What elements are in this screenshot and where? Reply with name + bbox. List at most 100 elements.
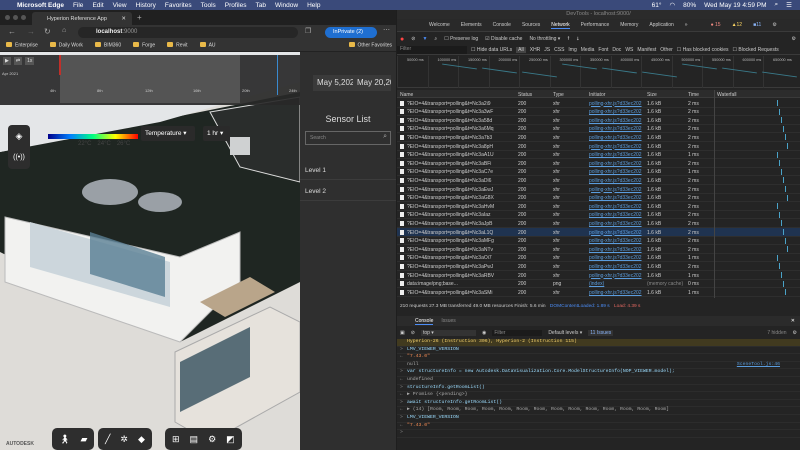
filter-js[interactable]: JS — [544, 47, 550, 53]
collections-icon[interactable]: ❐ — [305, 27, 311, 35]
timeline-selection-range[interactable] — [60, 55, 240, 103]
menu-profiles[interactable]: Profiles — [225, 2, 247, 9]
url-input[interactable]: localhost:9000 — [78, 27, 298, 38]
request-initiator[interactable]: polling-xhr.js?d33ec202 — [589, 152, 642, 158]
timeline-control[interactable]: ▶ ⇄ 1x Apr 2021 4th 8th 12th 16th 20th 2… — [0, 55, 300, 105]
request-initiator[interactable]: polling-xhr.js?d33ec202 — [589, 238, 642, 244]
request-row[interactable]: ?EIO=4&transport=polling&t=Nc3aMFg 200 xhr… — [397, 237, 800, 246]
first-person-icon[interactable]: 🚶︎ — [59, 434, 70, 445]
inprivate-button[interactable]: InPrivate (2) — [325, 27, 377, 38]
console-output[interactable]: Hyperion-26 (Instruction 306), Hyperion-… — [397, 339, 800, 450]
menu-app-name[interactable]: Microsoft Edge — [17, 2, 64, 9]
bookmark-forge[interactable]: Forge — [133, 42, 155, 49]
clear-icon[interactable]: ⊘ — [411, 36, 415, 42]
filter-media[interactable]: Media — [581, 47, 595, 53]
more-tabs-icon[interactable]: » — [685, 22, 688, 28]
export-har-icon[interactable]: ⭣ — [577, 36, 579, 42]
filter-manifest[interactable]: Manifest — [637, 47, 656, 53]
sensor-search-input[interactable]: Search ⌕ — [305, 131, 391, 145]
explode-icon[interactable]: ✲ — [120, 434, 128, 445]
record-icon[interactable]: ● — [400, 36, 404, 43]
import-har-icon[interactable]: ⭡ — [567, 36, 569, 42]
request-initiator[interactable]: polling-xhr.js?d33ec202 — [589, 230, 642, 236]
request-initiator[interactable]: polling-xhr.js?d33ec202 — [589, 273, 642, 279]
property-dropdown[interactable]: Temperature ▾ — [141, 126, 195, 141]
request-row[interactable]: ?EIO=4&transport=polling&t=Nc3aL1Q 200 xhr… — [397, 228, 800, 237]
tab-application[interactable]: Application — [649, 22, 673, 28]
filter-doc[interactable]: Doc — [612, 47, 621, 53]
new-tab-button[interactable]: + — [137, 13, 142, 22]
tab-console[interactable]: Console — [493, 22, 511, 28]
request-row[interactable]: ?EIO=4&transport=polling&t=Nc3aOi7 200 xhr… — [397, 254, 800, 263]
window-minimize-button[interactable] — [13, 15, 18, 20]
tab-performance[interactable]: Performance — [581, 22, 610, 28]
request-initiator[interactable]: polling-xhr.js?d33ec202 — [589, 135, 642, 141]
drawer-tab-issues[interactable]: Issues — [441, 318, 455, 324]
clear-console-icon[interactable]: ⊘ — [411, 330, 415, 336]
request-row[interactable]: ?EIO=4&transport=polling&t=Nc3a58d 200 xhr… — [397, 116, 800, 125]
has-blocked-cookies-checkbox[interactable]: ☐ Has blocked cookies — [677, 47, 729, 53]
request-row[interactable]: ?EIO=4&transport=polling&t=Nc3aC7e 200 xhr… — [397, 168, 800, 177]
request-row[interactable]: ?EIO=4&transport=polling&t=Nc3aJpB 200 xhr… — [397, 219, 800, 228]
weather-temp[interactable]: 61° — [652, 2, 662, 9]
request-row[interactable]: ?EIO=4&transport=polling&t=Nc3aSMi 200 xhr… — [397, 288, 800, 297]
request-row[interactable]: ?EIO=4&transport=polling&t=Nc3aG8X 200 xhr… — [397, 194, 800, 203]
request-row[interactable]: ?EIO=4&transport=polling&t=Nc3aIaz 200 xhr… — [397, 211, 800, 220]
home-icon[interactable]: ⌂ — [62, 27, 66, 34]
bookmark-daily-work[interactable]: Daily Work — [49, 42, 83, 49]
col-size[interactable]: Size — [647, 92, 657, 98]
3d-viewer[interactable]: ◈ ((•)) 22°C 24°C 26°C Temperature ▾ 1 hr … — [0, 52, 300, 450]
properties-icon[interactable]: ▤ — [190, 434, 199, 445]
menu-file[interactable]: File — [73, 2, 83, 9]
network-filter-input[interactable]: Filter — [397, 45, 467, 54]
settings-gear-icon[interactable]: ⚙ — [208, 434, 216, 445]
battery-status[interactable]: 80% — [683, 2, 696, 9]
request-row[interactable]: ?EIO=4&transport=polling&t=Nc3a6Mq 200 xhr… — [397, 125, 800, 134]
network-overview[interactable]: 50000 ms 100000 ms 150000 ms 200000 ms 25000… — [397, 56, 800, 88]
window-close-button[interactable] — [5, 15, 10, 20]
menu-window[interactable]: Window — [275, 2, 298, 9]
request-initiator[interactable]: polling-xhr.js?d33ec202 — [589, 212, 642, 218]
request-initiator[interactable]: polling-xhr.js?d33ec202 — [589, 161, 642, 167]
control-center-icon[interactable]: ☰ — [786, 1, 792, 9]
col-time[interactable]: Time — [688, 92, 699, 98]
layers-icon[interactable]: ◈ — [8, 125, 30, 147]
bookmark-au[interactable]: AU — [199, 42, 216, 49]
measure-icon[interactable]: ╱ — [105, 434, 110, 445]
level-item-1[interactable]: Level 1 — [300, 160, 396, 180]
live-expression-eye-icon[interactable]: ◉ — [482, 330, 486, 336]
request-row[interactable]: data:image/png;base... 200 png (index) (memo… — [397, 280, 800, 289]
settings-gear-icon[interactable]: ⚙ — [772, 22, 776, 28]
search-icon[interactable]: ⌕ — [434, 36, 437, 42]
menu-tools[interactable]: Tools — [201, 2, 216, 9]
request-initiator[interactable]: (index) — [589, 281, 604, 287]
request-row[interactable]: ?EIO=4&transport=polling&t=Nc3aBFi 200 xhr… — [397, 159, 800, 168]
context-select[interactable]: top ▾ — [420, 330, 476, 336]
filter-css[interactable]: CSS — [554, 47, 564, 53]
start-date-input[interactable]: May 5,2021 — [313, 75, 353, 91]
request-row[interactable]: ?EIO=4&transport=polling&t=Nc3aHvM 200 xhr… — [397, 202, 800, 211]
request-row[interactable]: ?EIO=4&transport=polling&t=Nc3a7b3 200 xhr… — [397, 133, 800, 142]
error-count[interactable]: ● 15 — [711, 22, 721, 28]
request-row[interactable]: ?EIO=4&transport=polling&t=Nc3aNTv 200 xhr… — [397, 245, 800, 254]
request-initiator[interactable]: polling-xhr.js?d33ec202 — [589, 109, 642, 115]
close-drawer-icon[interactable]: ✕ — [791, 318, 795, 324]
col-status[interactable]: Status — [518, 92, 532, 98]
request-row[interactable]: ?EIO=4&transport=polling&t=Nc3aA1U 200 xhr… — [397, 151, 800, 160]
log-levels-select[interactable]: Default levels ▾ — [548, 330, 582, 336]
forward-icon[interactable]: → — [27, 27, 35, 36]
browser-tab[interactable]: Hyperion Reference App ✕ — [32, 12, 132, 25]
issues-button[interactable]: 11 Issues — [588, 330, 614, 336]
console-filter-input[interactable]: Filter — [492, 330, 543, 336]
menu-history[interactable]: History — [136, 2, 156, 9]
speed-button[interactable]: 1x — [25, 57, 35, 65]
request-initiator[interactable]: polling-xhr.js?d33ec202 — [589, 126, 642, 132]
hide-data-urls-checkbox[interactable]: ☐ Hide data URLs — [471, 47, 512, 53]
preserve-log-checkbox[interactable]: ☐ Preserve log — [444, 36, 478, 42]
request-initiator[interactable]: polling-xhr.js?d33ec202 — [589, 195, 642, 201]
fullscreen-icon[interactable]: ◩ — [226, 434, 235, 445]
timeline-current-marker[interactable] — [59, 55, 61, 75]
request-row[interactable]: ?EIO=4&transport=polling&t=Nc3a8pH 200 xhr… — [397, 142, 800, 151]
request-initiator[interactable]: polling-xhr.js?d33ec202 — [589, 169, 642, 175]
throttling-select[interactable]: No throttling ▾ — [529, 36, 560, 42]
